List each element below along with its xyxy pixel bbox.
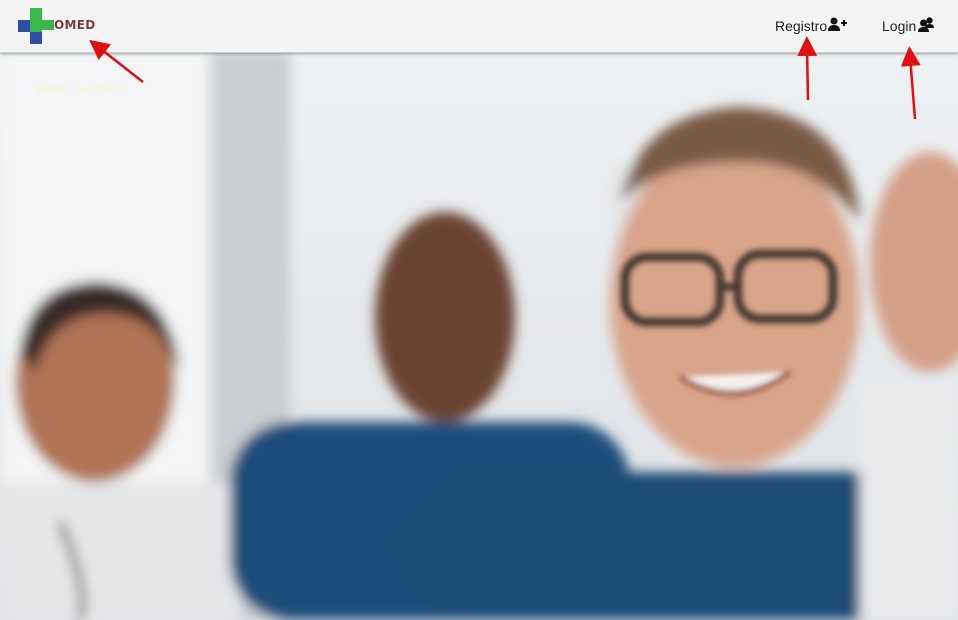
nav-link-login-label: Login — [882, 18, 917, 34]
hero-background-image — [0, 52, 958, 620]
blurred-doctors-photo — [0, 52, 958, 620]
nav-link-registro-label: Registro — [775, 17, 828, 34]
logo-brand-text: OMED — [54, 18, 96, 32]
users-icon — [917, 17, 936, 35]
nav-link-registro[interactable]: Registro — [775, 17, 848, 34]
medical-cross-logo-icon — [18, 8, 54, 44]
home-works-text: Home works! — [37, 82, 129, 97]
nav-link-login[interactable]: Login — [882, 17, 936, 35]
logo[interactable]: OMED — [16, 6, 96, 46]
navbar: OMED Registro Login — [0, 0, 958, 53]
user-plus-icon — [828, 17, 848, 34]
